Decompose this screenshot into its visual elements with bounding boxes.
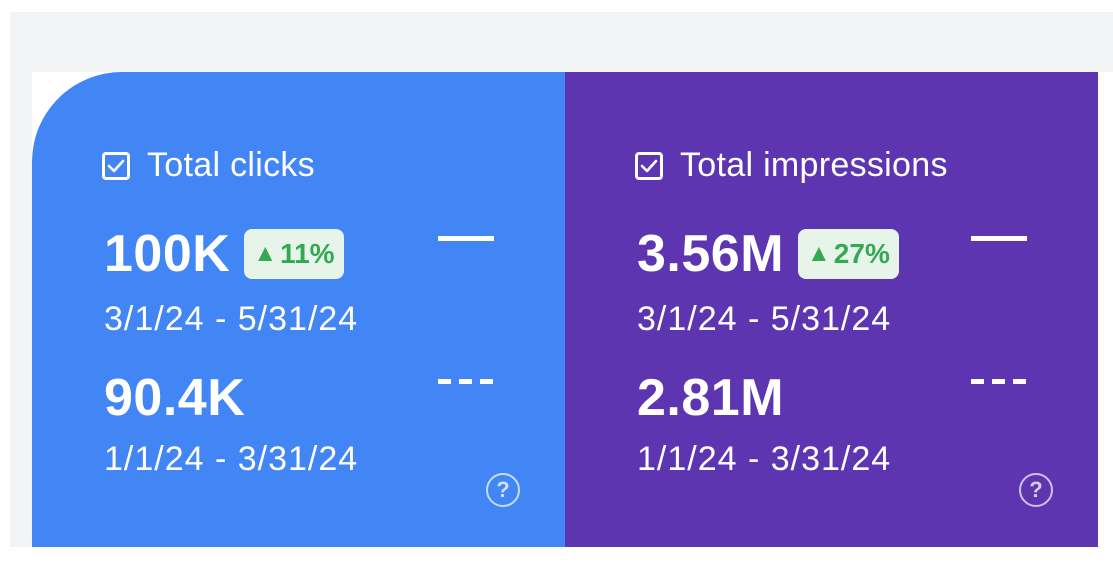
total-impressions-current-value: 3.56M	[637, 225, 785, 283]
previous-period-dashed-line-legend	[438, 379, 494, 384]
up-arrow-icon: ▲	[253, 240, 278, 267]
total-clicks-current-row: 100K ▲ 11%	[104, 224, 344, 284]
help-icon[interactable]: ?	[486, 473, 520, 507]
total-impressions-checkbox[interactable]	[635, 151, 663, 180]
total-clicks-header[interactable]: Total clicks	[102, 146, 315, 185]
total-clicks-current-range: 3/1/24 - 5/31/24	[104, 300, 359, 338]
total-impressions-previous-value: 2.81M	[637, 369, 785, 427]
total-clicks-previous-value: 90.4K	[104, 369, 246, 427]
total-impressions-header[interactable]: Total impressions	[635, 146, 948, 185]
total-impressions-previous-row: 2.81M	[637, 368, 784, 428]
help-icon[interactable]: ?	[1019, 473, 1053, 507]
checkmark-icon	[640, 159, 658, 172]
total-impressions-change-badge: ▲ 27%	[798, 229, 899, 279]
total-clicks-previous-row: 90.4K	[104, 368, 245, 428]
total-clicks-change-percent: 11%	[280, 238, 335, 269]
total-impressions-previous-range: 1/1/24 - 3/31/24	[637, 440, 892, 478]
total-impressions-label: Total impressions	[680, 146, 948, 184]
total-impressions-current-range: 3/1/24 - 5/31/24	[637, 300, 892, 338]
total-clicks-previous-range: 1/1/24 - 3/31/24	[104, 440, 359, 478]
total-clicks-checkbox[interactable]	[102, 151, 130, 180]
total-impressions-change-percent: 27%	[833, 238, 890, 269]
metric-cards: Total clicks 100K ▲ 11% 3/1/24 - 5/31/24…	[32, 72, 1098, 547]
total-clicks-label: Total clicks	[147, 146, 315, 184]
up-arrow-icon: ▲	[807, 240, 831, 267]
checkmark-icon	[107, 159, 125, 172]
total-impressions-card[interactable]: Total impressions 3.56M ▲ 27% 3/1/24 - 5…	[565, 72, 1098, 547]
current-period-solid-line-legend	[971, 236, 1027, 241]
total-clicks-change-badge: ▲ 11%	[244, 229, 344, 279]
page-header-background	[10, 12, 1113, 72]
total-clicks-card[interactable]: Total clicks 100K ▲ 11% 3/1/24 - 5/31/24…	[32, 72, 565, 547]
page-side-gutter	[10, 72, 32, 547]
total-clicks-current-value: 100K	[104, 225, 231, 283]
total-impressions-current-row: 3.56M ▲ 27%	[637, 224, 899, 284]
current-period-solid-line-legend	[438, 236, 494, 241]
previous-period-dashed-line-legend	[971, 379, 1027, 384]
